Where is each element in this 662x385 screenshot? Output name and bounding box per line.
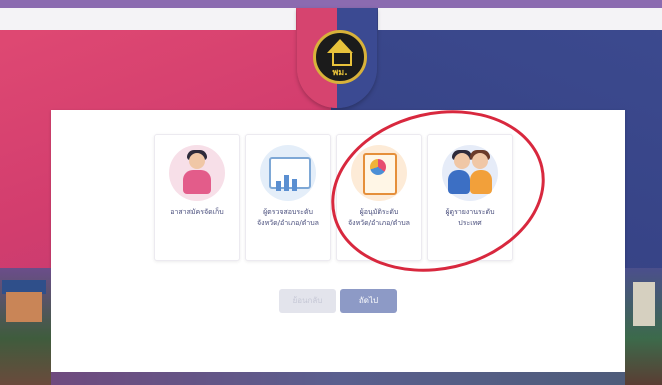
logo-tab: พม.	[297, 8, 377, 108]
header-bar-left	[0, 8, 296, 30]
inspector-illustration-icon	[260, 145, 316, 201]
role-option-volunteer[interactable]: อาสาสมัครจัดเก็บ	[154, 134, 240, 261]
volunteer-illustration-icon	[169, 145, 225, 201]
role-label: ผู้อนุมัติระดับ จังหวัด/อำเภอ/ตำบล	[348, 208, 410, 227]
town-scene-bottom	[51, 372, 625, 385]
header-bar-right	[378, 8, 662, 30]
role-label: ผู้ตรวจสอบระดับ จังหวัด/อำเภอ/ตำบล	[257, 208, 319, 227]
back-button[interactable]: ย้อนกลับ	[279, 289, 336, 313]
approver-illustration-icon	[351, 145, 407, 201]
national-report-viewer-illustration-icon	[442, 145, 498, 201]
logo-text: พม.	[332, 68, 348, 78]
town-scene-left	[0, 268, 51, 385]
role-selection-card: อาสาสมัครจัดเก็บ ผู้ตรวจสอบระดับ จังหวัด…	[51, 110, 625, 372]
top-frame	[0, 0, 662, 8]
role-label: ผู้ดูรายงานระดับ ประเทศ	[445, 208, 495, 227]
role-option-approver[interactable]: ผู้อนุมัติระดับ จังหวัด/อำเภอ/ตำบล	[336, 134, 422, 261]
ministry-logo-icon: พม.	[313, 30, 367, 84]
town-scene-right	[625, 268, 662, 385]
role-option-inspector[interactable]: ผู้ตรวจสอบระดับ จังหวัด/อำเภอ/ตำบล	[245, 134, 331, 261]
role-option-national-viewer[interactable]: ผู้ดูรายงานระดับ ประเทศ	[427, 134, 513, 261]
role-label: อาสาสมัครจัดเก็บ	[170, 208, 224, 216]
next-button[interactable]: ถัดไป	[340, 289, 397, 313]
